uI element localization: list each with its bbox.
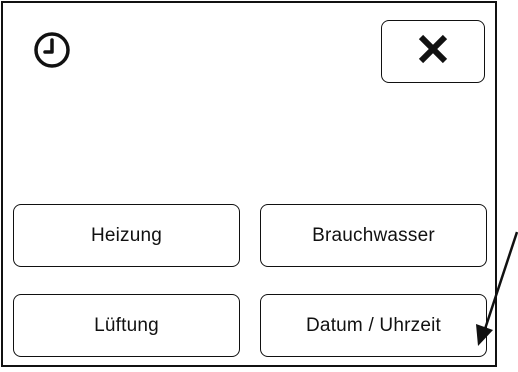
heizung-button[interactable]: Heizung [13,204,240,267]
brauchwasser-button[interactable]: Brauchwasser [260,204,487,267]
lueftung-label: Lüftung [94,314,159,336]
close-button[interactable] [381,20,485,83]
brauchwasser-label: Brauchwasser [312,224,435,246]
lueftung-button[interactable]: Lüftung [13,294,240,357]
close-icon [417,33,449,70]
heizung-label: Heizung [90,224,163,246]
clock-icon [33,31,71,69]
datum-uhrzeit-label: Datum / Uhrzeit [306,314,441,336]
datum-uhrzeit-button[interactable]: Datum / Uhrzeit [260,294,487,357]
